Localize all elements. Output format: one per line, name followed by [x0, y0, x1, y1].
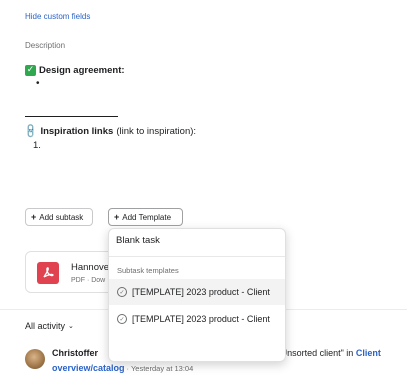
activity-line-2: overview/catalog · Yesterday at 13:04: [52, 363, 193, 373]
inspiration-links-text: Inspiration links: [40, 126, 114, 137]
template-task-icon: ✓: [117, 287, 127, 297]
attachment-name: Hannove: [71, 262, 110, 273]
blank-task-option[interactable]: Blank task: [109, 229, 285, 253]
template-option-label: [TEMPLATE] 2023 product - Client: [132, 287, 270, 297]
template-option[interactable]: ✓ [TEMPLATE] 2023 product - Client: [109, 279, 285, 305]
template-option[interactable]: ✓ [TEMPLATE] 2023 product - Client: [109, 306, 285, 332]
inspiration-links-heading: 🔗 Inspiration links (link to inspiration…: [22, 123, 197, 140]
project-link-part2[interactable]: overview/catalog: [52, 363, 125, 373]
bullet-point: •: [36, 78, 40, 89]
add-subtask-label: Add subtask: [39, 212, 84, 222]
link-icon: 🔗: [22, 123, 40, 140]
inspiration-note: (link to inspiration):: [116, 126, 197, 137]
hide-custom-fields-link[interactable]: Hide custom fields: [25, 12, 90, 21]
design-agreement-heading: ✓ Design agreement:: [25, 65, 125, 76]
dropdown-divider: [109, 256, 285, 257]
project-link-part1[interactable]: Client: [356, 348, 381, 358]
plus-icon: +: [114, 212, 120, 222]
chevron-down-icon: ⌄: [68, 322, 74, 330]
template-option-label: [TEMPLATE] 2023 product - Client: [132, 314, 270, 324]
check-mark-icon: ✓: [25, 65, 36, 76]
attachment-meta: PDF · Dow: [71, 277, 106, 284]
activity-actor[interactable]: Christoffer: [52, 348, 98, 358]
description-divider: [25, 116, 118, 117]
avatar[interactable]: [25, 349, 45, 369]
design-agreement-text: Design agreement:: [39, 65, 125, 76]
description-label: Description: [25, 41, 66, 50]
all-activity-filter[interactable]: All activity ⌄: [25, 321, 74, 331]
pdf-icon: [37, 262, 59, 284]
all-activity-label: All activity: [25, 321, 66, 331]
add-template-label: Add Template: [122, 212, 172, 222]
add-template-dropdown: Blank task Subtask templates ✓ [TEMPLATE…: [108, 228, 286, 362]
activity-timestamp: · Yesterday at 13:04: [126, 364, 194, 373]
subtask-templates-header: Subtask templates: [117, 266, 179, 275]
add-template-button[interactable]: + Add Template: [108, 208, 183, 226]
plus-icon: +: [31, 212, 37, 222]
template-task-icon: ✓: [117, 314, 127, 324]
add-subtask-button[interactable]: + Add subtask: [25, 208, 93, 226]
ordered-list-item: 1.: [33, 140, 41, 151]
attachment-card[interactable]: Hannove PDF · Dow: [25, 251, 120, 293]
